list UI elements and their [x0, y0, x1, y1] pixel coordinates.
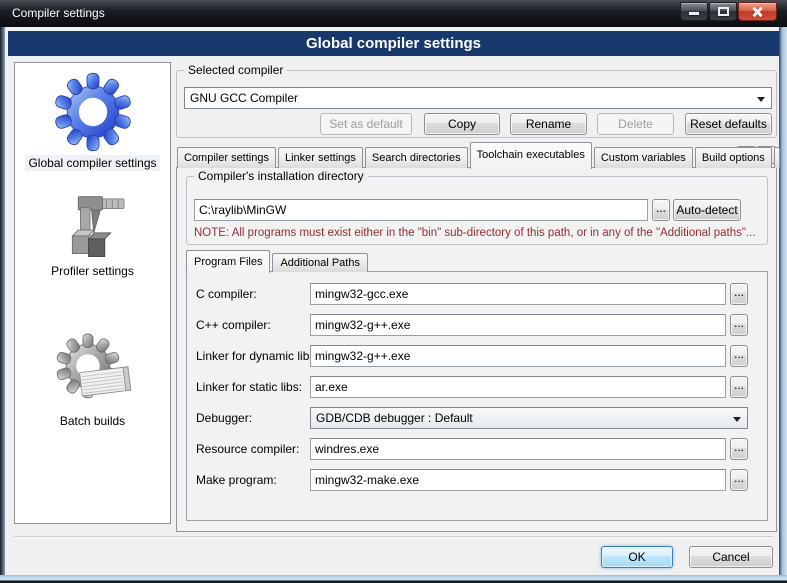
installation-directory-browse-button[interactable]: ...: [652, 199, 670, 221]
tab-compiler-settings[interactable]: Compiler settings: [177, 147, 276, 168]
window-title: Compiler settings: [12, 0, 105, 27]
cpp-compiler-browse-button[interactable]: ...: [730, 314, 748, 336]
maximize-button[interactable]: [709, 2, 737, 21]
sidebar-item-profiler-settings[interactable]: Profiler settings: [15, 191, 170, 279]
field-label: Debugger:: [196, 411, 252, 425]
field-label: Linker for static libs:: [196, 380, 302, 394]
dynamic-linker-input[interactable]: [310, 345, 726, 367]
c-compiler-input[interactable]: [310, 283, 726, 305]
auto-detect-button[interactable]: Auto-detect: [673, 199, 741, 221]
installation-directory-input[interactable]: [194, 199, 648, 221]
tab-linker-settings[interactable]: Linker settings: [278, 147, 363, 168]
ok-button[interactable]: OK: [601, 546, 673, 568]
make-program-browse-button[interactable]: ...: [730, 469, 748, 491]
rename-button[interactable]: Rename: [510, 113, 587, 135]
field-label: C compiler:: [196, 287, 257, 301]
tab-custom-variables[interactable]: Custom variables: [594, 147, 693, 168]
sidebar-item-batch-builds[interactable]: Batch builds: [15, 329, 170, 429]
set-as-default-button: Set as default: [320, 113, 412, 135]
delete-button: Delete: [597, 113, 674, 135]
cpp-compiler-input[interactable]: [310, 314, 726, 336]
maximize-icon: [718, 7, 729, 16]
tab-build-options[interactable]: Build options: [695, 147, 772, 168]
program-files-tabstrip: Program Files Additional Paths: [186, 249, 370, 272]
c-compiler-browse-button[interactable]: ...: [730, 283, 748, 305]
minimize-button[interactable]: [680, 2, 708, 21]
gray-gear-stack-icon: [51, 329, 135, 413]
debugger-select-value: GDB/CDB debugger : Default: [316, 411, 473, 425]
sidebar-item-global-compiler-settings[interactable]: Global compiler settings: [15, 69, 170, 171]
window-frame-bottom: [0, 575, 787, 583]
footer-divider: [14, 536, 773, 537]
subtab-program-files[interactable]: Program Files: [186, 250, 270, 273]
settings-tabstrip: Compiler settings Linker settings Search…: [177, 141, 782, 168]
reset-defaults-button[interactable]: Reset defaults: [685, 113, 772, 135]
resource-compiler-input[interactable]: [310, 438, 726, 460]
window-frame-right: [779, 27, 787, 583]
dropdown-arrow-icon: [757, 97, 765, 102]
resource-compiler-browse-button[interactable]: ...: [730, 438, 748, 460]
caliper-icon: [56, 191, 130, 263]
window-frame-left: [0, 27, 5, 583]
page-title: Global compiler settings: [8, 31, 779, 56]
field-label: Resource compiler:: [196, 442, 299, 456]
tab-partial[interactable]: [774, 147, 780, 168]
cancel-button[interactable]: Cancel: [689, 546, 773, 568]
sidebar-item-label: Batch builds: [57, 413, 128, 429]
compiler-select-value: GNU GCC Compiler: [190, 91, 298, 105]
compiler-select[interactable]: GNU GCC Compiler: [184, 87, 772, 109]
settings-category-sidebar: Global compiler settings Profiler settin…: [14, 62, 171, 524]
compiler-settings-window: Compiler settings Global compiler settin…: [0, 0, 787, 583]
field-label: Linker for dynamic libs:: [196, 349, 319, 363]
blue-gear-icon: [50, 69, 136, 155]
debugger-select[interactable]: GDB/CDB debugger : Default: [310, 407, 748, 429]
close-button[interactable]: [738, 2, 777, 21]
make-program-input[interactable]: [310, 469, 726, 491]
tab-search-directories[interactable]: Search directories: [365, 147, 468, 168]
tab-toolchain-executables[interactable]: Toolchain executables: [470, 142, 592, 169]
dynamic-linker-browse-button[interactable]: ...: [730, 345, 748, 367]
field-label: Make program:: [196, 473, 277, 487]
close-icon: [752, 6, 763, 17]
titlebar[interactable]: Compiler settings: [0, 0, 787, 27]
static-linker-browse-button[interactable]: ...: [730, 376, 748, 398]
copy-button[interactable]: Copy: [424, 113, 500, 135]
sidebar-item-label: Profiler settings: [48, 263, 137, 279]
field-label: C++ compiler:: [196, 318, 271, 332]
selected-compiler-legend: Selected compiler: [184, 63, 287, 77]
installation-note: NOTE: All programs must exist either in …: [194, 227, 769, 239]
installation-directory-legend: Compiler's installation directory: [194, 169, 368, 183]
dropdown-arrow-icon: [733, 417, 741, 422]
static-linker-input[interactable]: [310, 376, 726, 398]
sidebar-item-label: Global compiler settings: [25, 155, 159, 171]
subtab-additional-paths[interactable]: Additional Paths: [272, 253, 368, 272]
minimize-icon: [689, 12, 699, 15]
